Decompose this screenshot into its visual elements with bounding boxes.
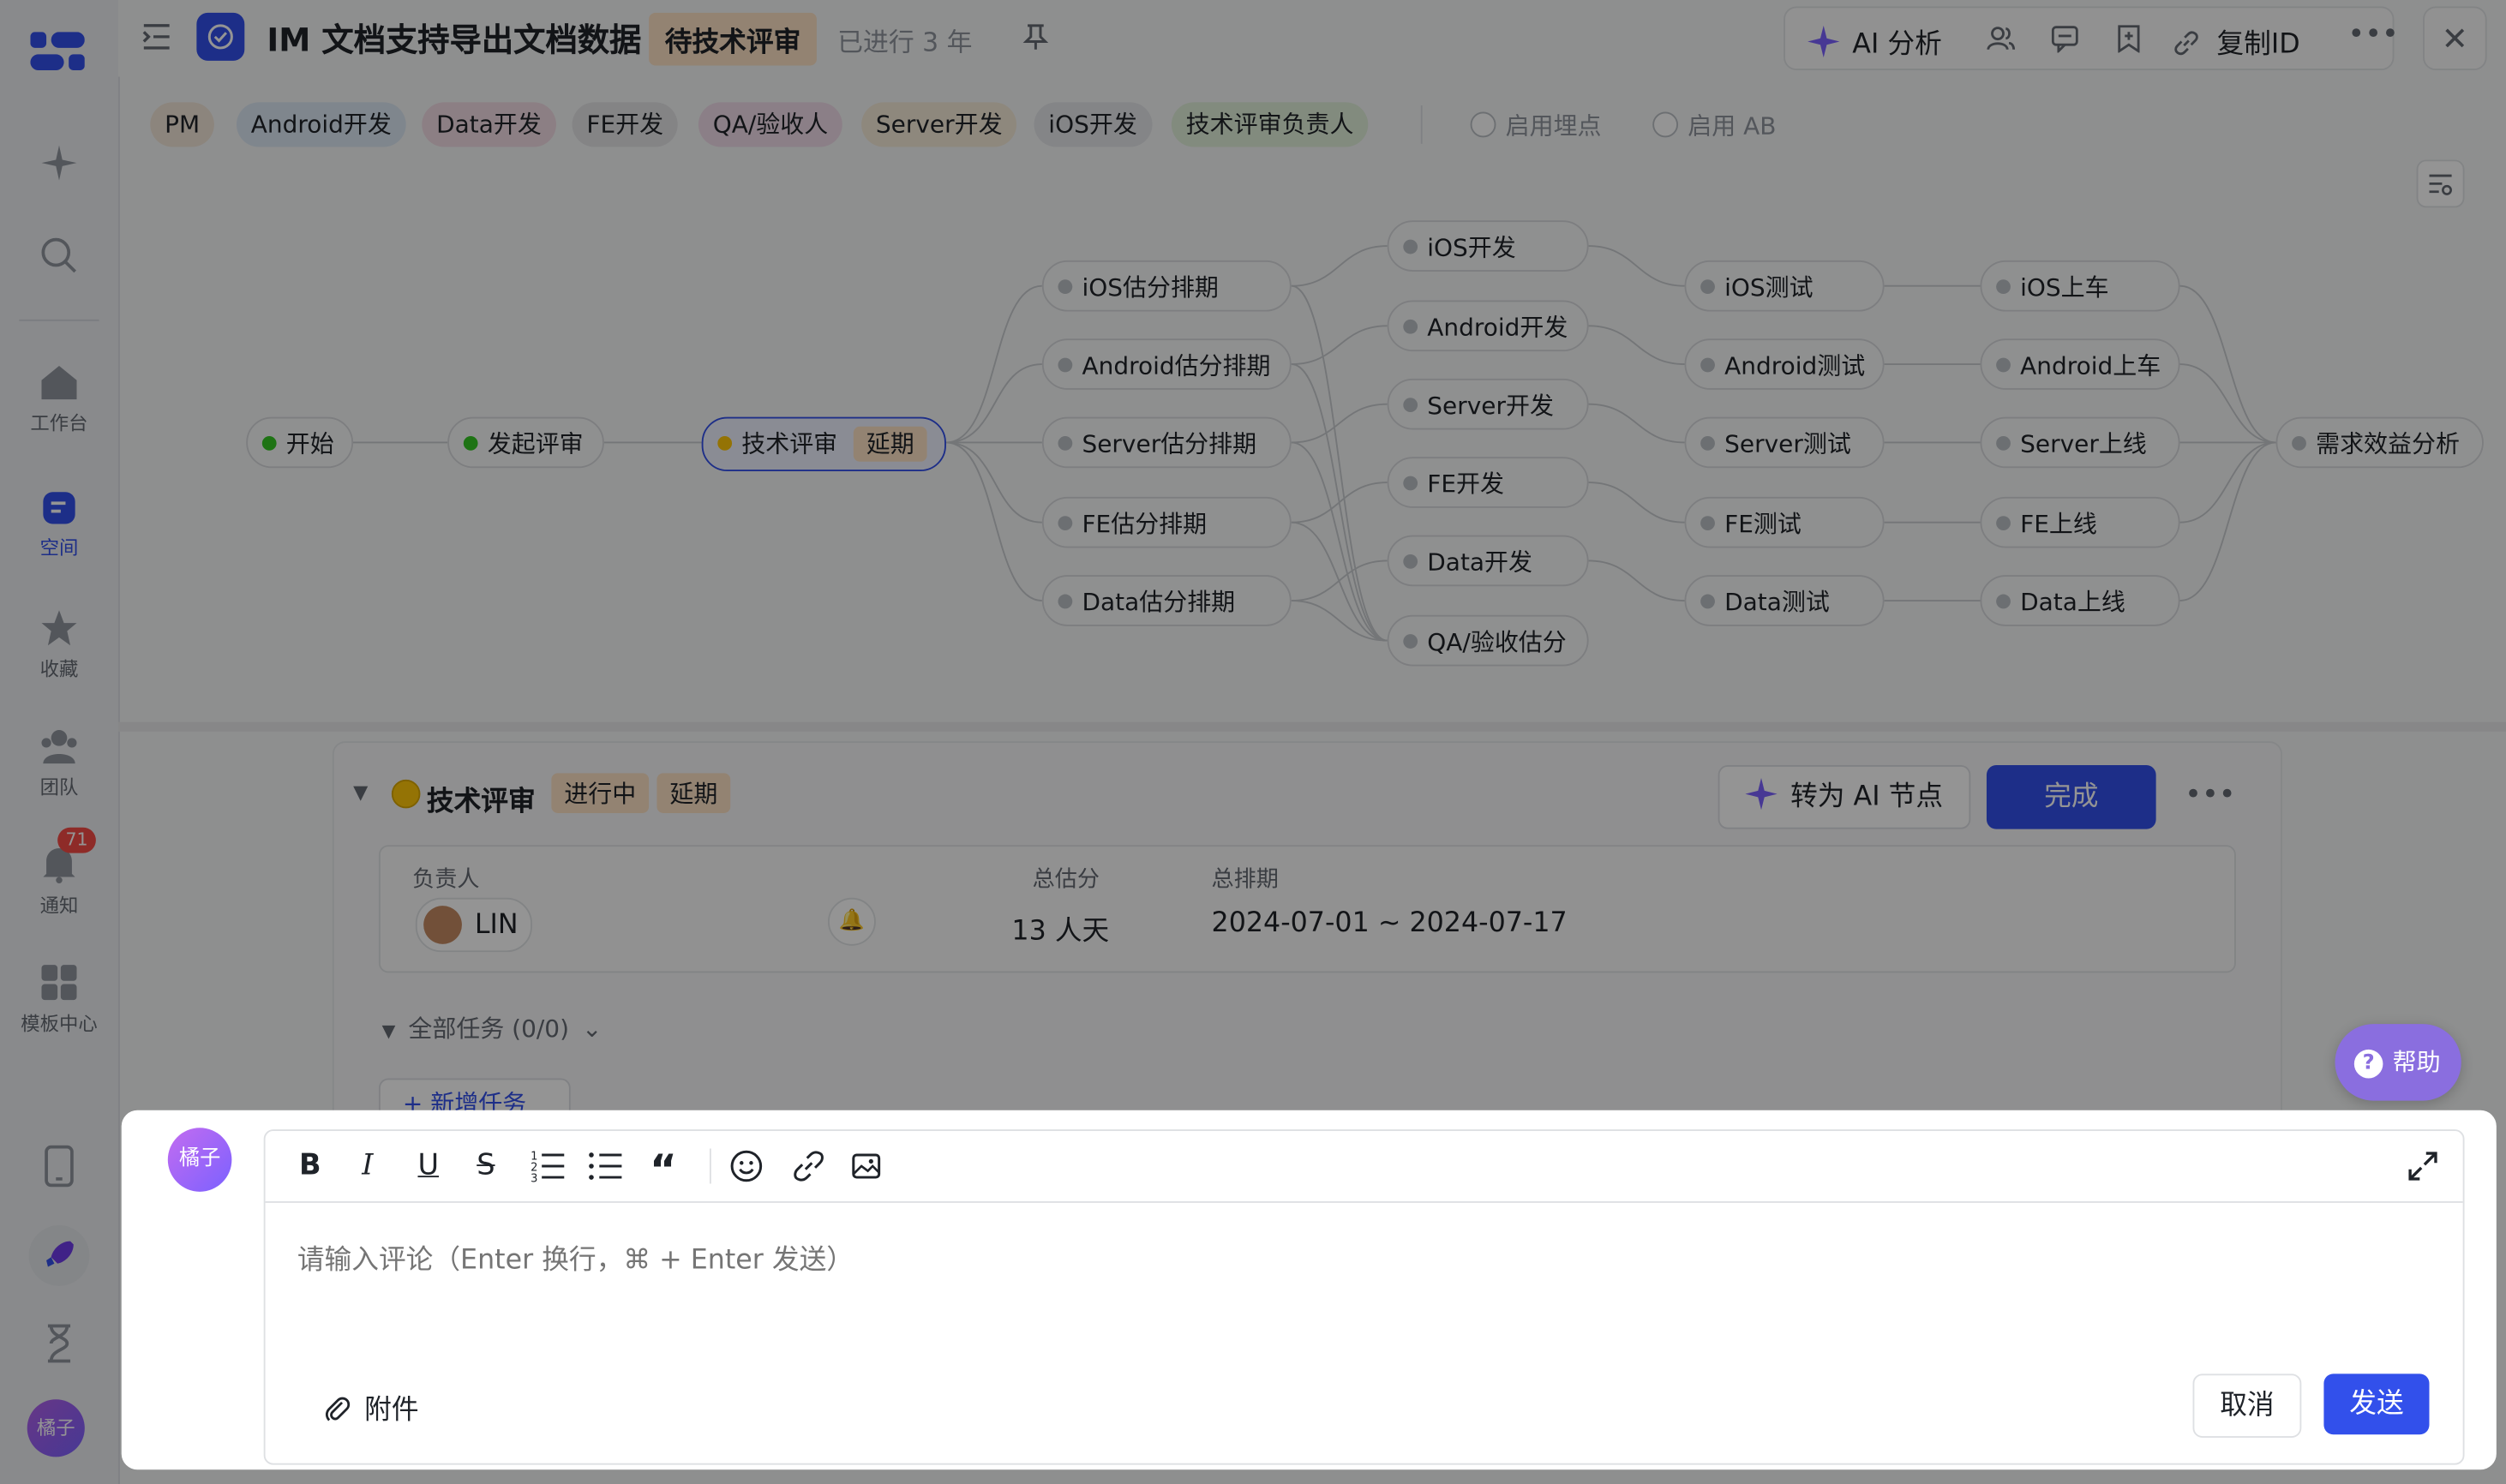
help-button[interactable]: ? 帮助: [2335, 1024, 2461, 1101]
underline-icon[interactable]: U: [408, 1146, 449, 1187]
attach-label: 附件: [364, 1394, 419, 1427]
comment-input[interactable]: [294, 1242, 2378, 1278]
link-icon[interactable]: [788, 1146, 829, 1187]
bold-icon[interactable]: B: [290, 1146, 331, 1187]
attach-button[interactable]: 附件: [323, 1386, 419, 1427]
cancel-button[interactable]: 取消: [2192, 1373, 2302, 1438]
help-label: 帮助: [2392, 1048, 2441, 1077]
comment-editor: B I U S 123 “ 附件 取消 发送: [263, 1129, 2465, 1465]
send-button[interactable]: 发送: [2323, 1373, 2430, 1435]
bullet-list-icon[interactable]: [585, 1146, 626, 1187]
commenter-avatar: 橘子: [167, 1128, 232, 1192]
question-icon: ?: [2353, 1049, 2383, 1079]
svg-text:3: 3: [531, 1173, 537, 1186]
toolbar-divider: [709, 1148, 711, 1184]
editor-toolbar: B I U S 123 “: [265, 1131, 2463, 1203]
expand-icon[interactable]: [2404, 1147, 2443, 1186]
comment-panel: 橘子 B I U S 123 “ 附件 取消 发送: [121, 1110, 2497, 1470]
italic-icon[interactable]: I: [347, 1146, 388, 1187]
image-icon[interactable]: [845, 1146, 886, 1187]
paperclip-icon: [325, 1397, 351, 1421]
strikethrough-icon[interactable]: S: [465, 1146, 507, 1187]
quote-icon[interactable]: “: [643, 1146, 684, 1195]
ordered-list-icon[interactable]: 123: [527, 1146, 568, 1187]
emoji-icon[interactable]: [726, 1146, 767, 1187]
